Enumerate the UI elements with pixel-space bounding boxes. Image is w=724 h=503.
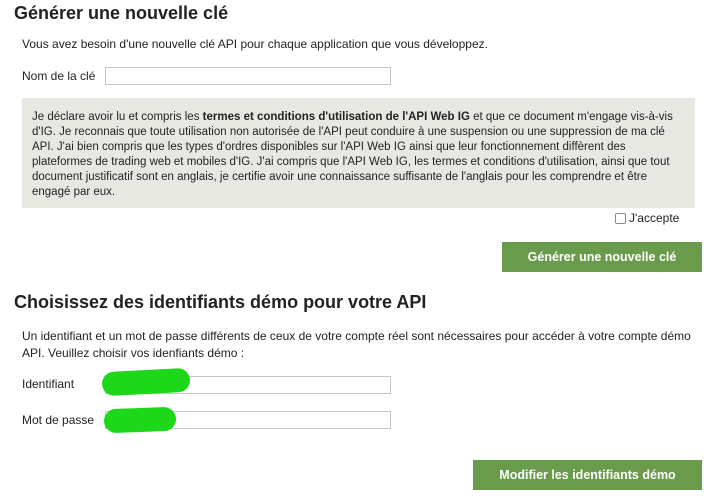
identifier-redaction: [101, 367, 191, 397]
identifier-label: Identifiant: [22, 377, 75, 391]
modify-credentials-button[interactable]: Modifier les identifiants démo: [473, 460, 702, 490]
demo-credentials-description: Un identifiant et un mot de passe différ…: [22, 329, 691, 360]
generate-key-description: Vous avez besoin d'une nouvelle clé API …: [22, 37, 488, 51]
password-label: Mot de passe: [22, 413, 95, 427]
key-name-input[interactable]: [105, 67, 391, 85]
key-name-label: Nom de la clé: [22, 69, 96, 83]
accept-checkbox[interactable]: [615, 213, 626, 224]
demo-credentials-title: Choisissez des identifiants démo pour vo…: [14, 292, 427, 312]
terms-text-prefix: Je déclare avoir lu et compris les: [32, 111, 203, 123]
terms-box: Je déclare avoir lu et compris les terme…: [22, 98, 695, 208]
generate-key-button[interactable]: Générer une nouvelle clé: [502, 242, 702, 272]
accept-label: J'accepte: [629, 211, 680, 225]
terms-link[interactable]: termes et conditions d'utilisation de l'…: [203, 111, 470, 123]
password-redaction: [103, 406, 177, 434]
terms-text-suffix: et que ce document m'engage vis-à-vis d'…: [32, 111, 673, 198]
generate-key-title: Générer une nouvelle clé: [14, 3, 229, 23]
